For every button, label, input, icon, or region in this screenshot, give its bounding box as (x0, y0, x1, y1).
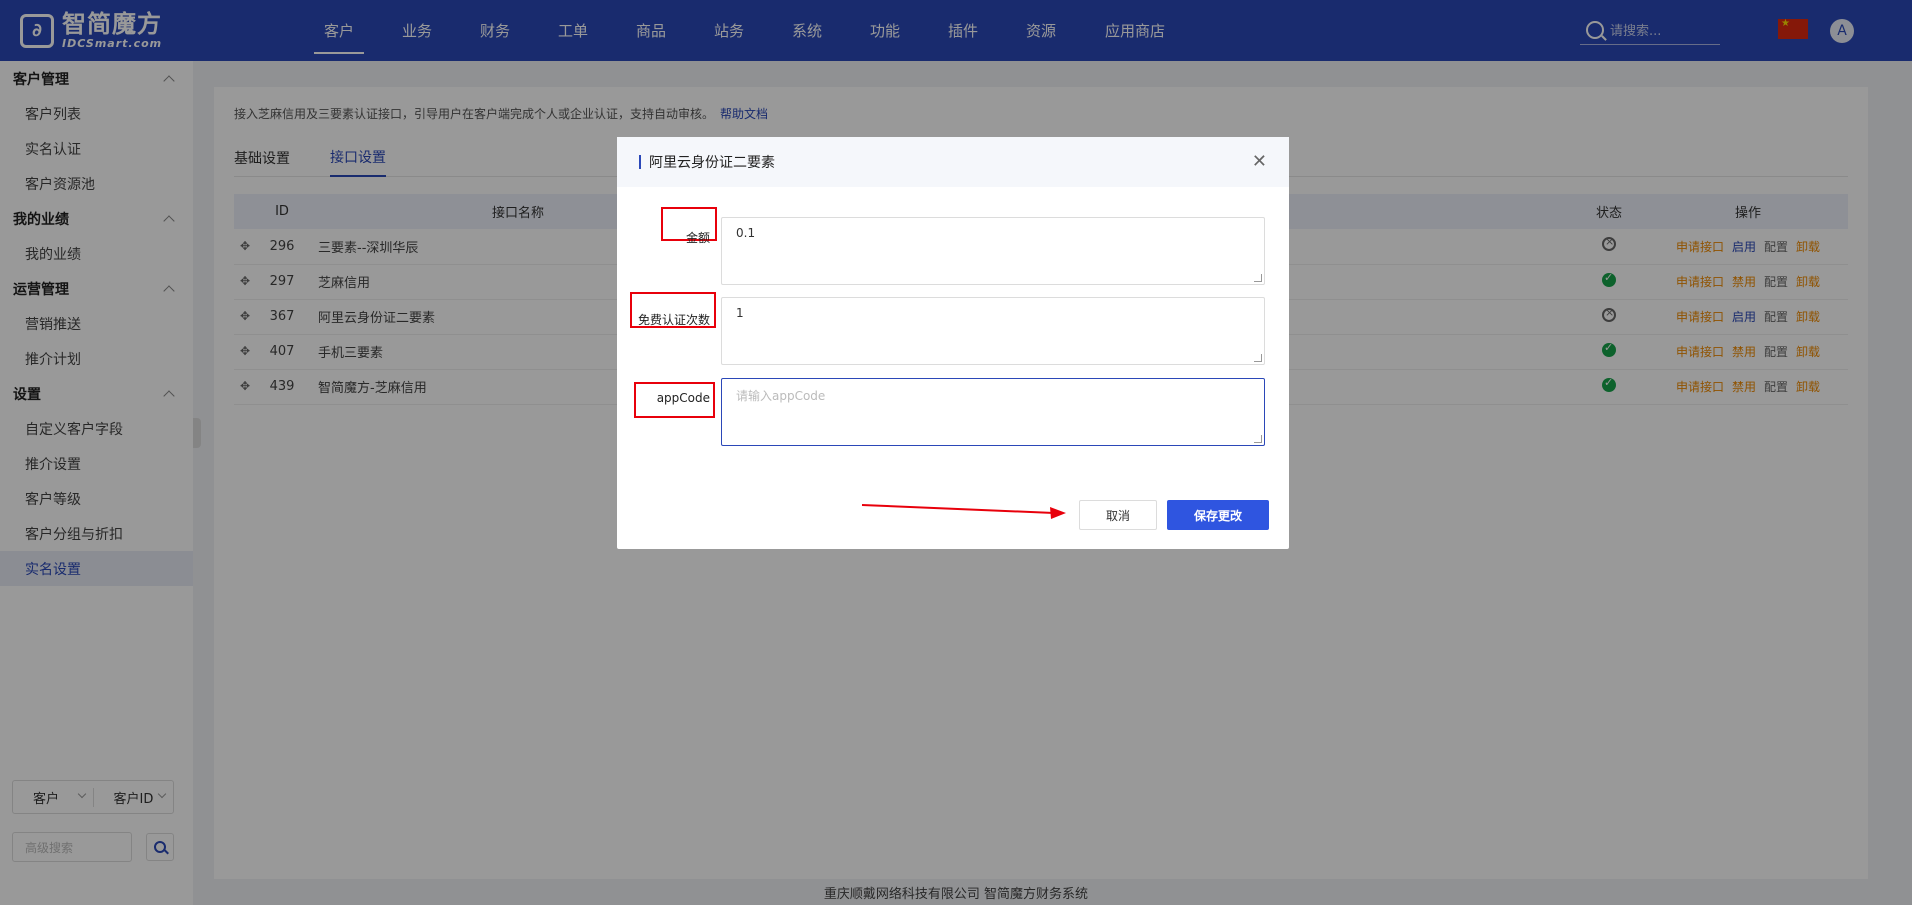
resize-grip-icon[interactable] (1254, 354, 1262, 362)
appcode-field[interactable]: 请输入appCode (721, 378, 1265, 446)
free-auth-count-label: 免费认证次数 (637, 313, 710, 327)
appcode-label: appCode (656, 391, 710, 405)
amount-field[interactable]: 0.1 (721, 217, 1265, 285)
free-auth-count-field[interactable]: 1 (721, 297, 1265, 365)
save-button[interactable]: 保存更改 (1167, 500, 1269, 530)
resize-grip-icon[interactable] (1254, 274, 1262, 282)
cancel-button[interactable]: 取消 (1079, 500, 1157, 530)
modal-title: 阿里云身份证二要素 (649, 155, 775, 171)
free-auth-count-value: 1 (736, 306, 744, 320)
modal-header: 阿里云身份证二要素 ✕ (617, 137, 1289, 187)
resize-grip-icon[interactable] (1254, 435, 1262, 443)
close-icon[interactable]: ✕ (1252, 151, 1267, 172)
appcode-placeholder: 请输入appCode (736, 389, 826, 403)
interface-config-modal: 阿里云身份证二要素 ✕ 金额 0.1 免费认证次数 1 appCode 请输入a… (617, 137, 1289, 549)
amount-value: 0.1 (736, 226, 756, 240)
annotation-arrow-icon (861, 504, 1066, 519)
amount-label: 金额 (685, 231, 710, 245)
